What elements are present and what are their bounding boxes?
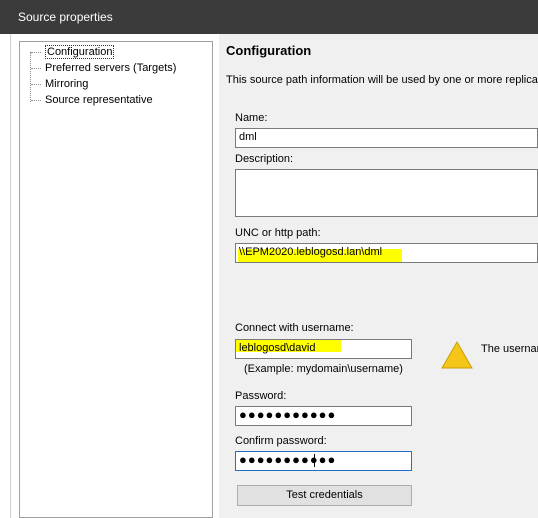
unc-path-value: \\EPM2020.leblogosd.lan\dml xyxy=(239,246,383,258)
tree-item-configuration[interactable]: Configuration xyxy=(31,45,115,59)
description-label: Description: xyxy=(235,153,294,165)
confirm-password-input[interactable]: ●●●●●●●●●●● xyxy=(235,451,412,471)
navigation-tree: Configuration Preferred servers (Targets… xyxy=(19,41,213,518)
description-textarea[interactable] xyxy=(235,169,538,217)
username-input[interactable]: leblogosd\david xyxy=(235,339,412,359)
background-window-edge xyxy=(0,34,11,518)
unc-path-label: UNC or http path: xyxy=(235,227,321,239)
tree-item-source-representative[interactable]: Source representative xyxy=(31,94,153,106)
connect-username-label: Connect with username: xyxy=(235,322,354,334)
name-label: Name: xyxy=(235,112,268,124)
text-caret xyxy=(314,454,315,467)
window-title: Source properties xyxy=(18,10,113,24)
tree-item-label: Mirroring xyxy=(45,78,89,90)
tree-branch xyxy=(31,52,41,53)
tree-item-label: Configuration xyxy=(45,45,115,59)
panel-info-text: This source path information will be use… xyxy=(226,74,538,86)
warning-icon xyxy=(440,340,474,370)
tree-branch xyxy=(31,100,41,101)
tree-branch xyxy=(31,68,41,69)
title-bar: Source properties xyxy=(0,0,538,34)
warning-text: The usernar xyxy=(481,343,538,355)
tree-connector-line xyxy=(30,52,31,102)
name-input[interactable]: dml xyxy=(235,128,538,148)
username-value: leblogosd\david xyxy=(239,342,316,354)
tree-item-preferred-servers[interactable]: Preferred servers (Targets) xyxy=(31,62,177,74)
tree-item-mirroring[interactable]: Mirroring xyxy=(31,78,89,90)
panel-heading: Configuration xyxy=(226,43,312,58)
tree-item-label: Preferred servers (Targets) xyxy=(45,62,177,74)
test-credentials-button[interactable]: Test credentials xyxy=(237,485,412,506)
tree-item-label: Source representative xyxy=(45,94,153,106)
password-label: Password: xyxy=(235,390,287,402)
username-example: (Example: mydomain\username) xyxy=(244,363,403,375)
tree-branch xyxy=(31,84,41,85)
unc-path-input[interactable]: \\EPM2020.leblogosd.lan\dml xyxy=(235,243,538,263)
panel-right-edge xyxy=(525,34,538,518)
confirm-password-label: Confirm password: xyxy=(235,435,327,447)
password-input[interactable]: ●●●●●●●●●●● xyxy=(235,406,412,426)
